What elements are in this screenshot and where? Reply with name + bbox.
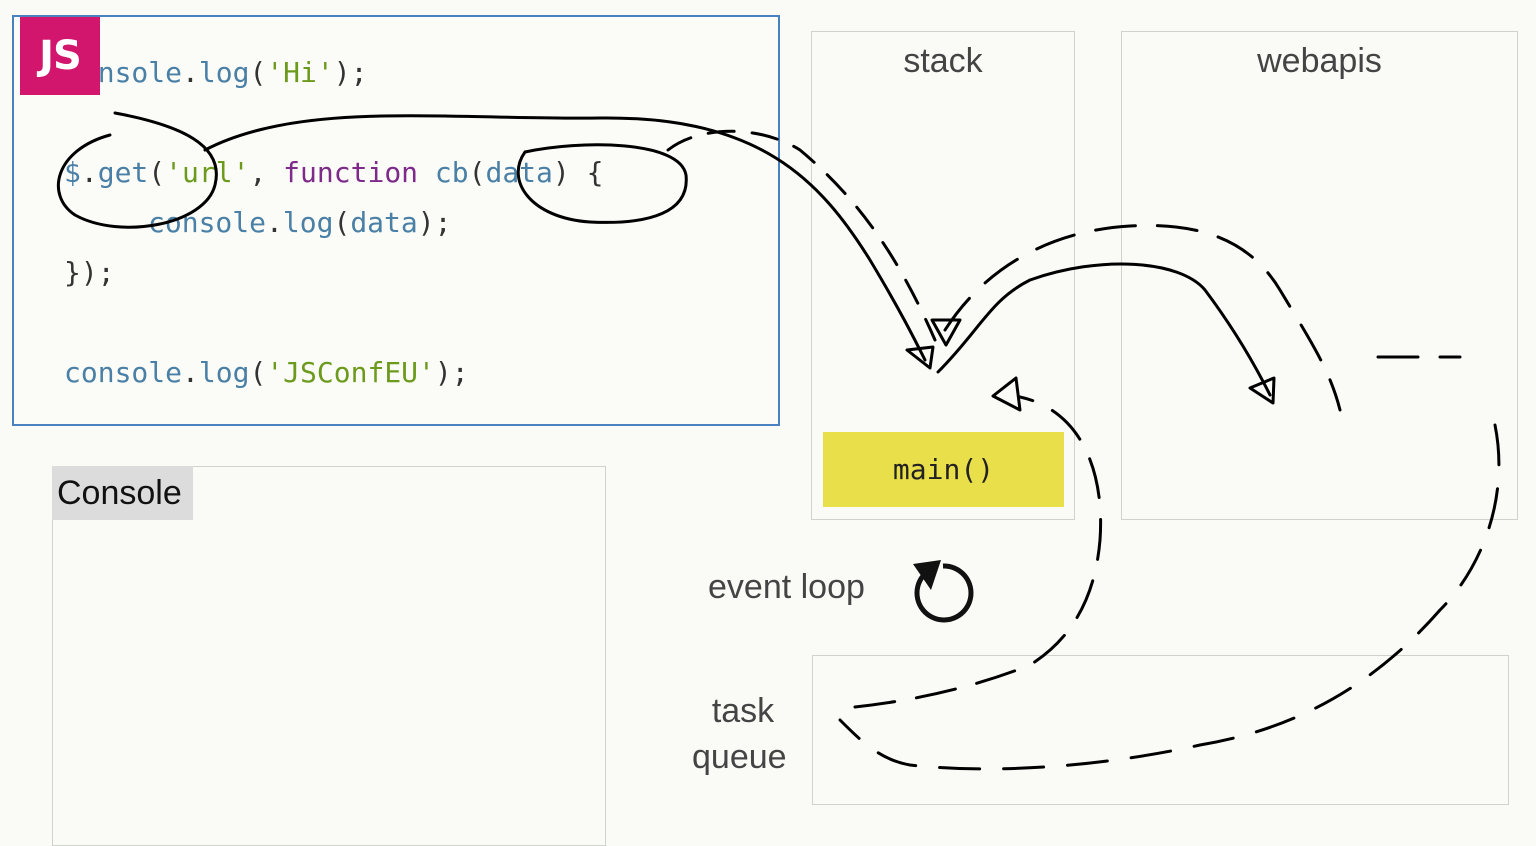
code-token: log <box>198 56 250 89</box>
code-token: , <box>249 156 284 189</box>
code-line-1: console.log('Hi'); <box>64 56 367 90</box>
code-token: $ <box>64 156 81 189</box>
webapis-title: webapis <box>1257 42 1382 80</box>
code-token: data <box>485 156 553 189</box>
code-token: console <box>148 206 267 239</box>
code-token: log <box>198 356 250 389</box>
code-token: data <box>350 206 418 239</box>
code-line-5: console.log('JSConfEU'); <box>64 356 469 390</box>
code-token: 'JSConfEU' <box>266 356 435 389</box>
code-token: ( <box>333 206 351 239</box>
code-token: ); <box>417 206 452 239</box>
stack-title: stack <box>903 42 983 80</box>
code-token: console <box>64 356 183 389</box>
code-token: 'Hi' <box>266 56 334 89</box>
code-token: . <box>266 206 283 239</box>
code-token: ( <box>468 156 486 189</box>
task-queue-label-line2: queue <box>692 738 787 776</box>
refresh-icon <box>913 560 974 623</box>
code-token: ( <box>148 156 166 189</box>
code-token: ); <box>434 356 469 389</box>
code-line-3: console.log(data); <box>148 206 451 240</box>
code-token: log <box>282 206 334 239</box>
webapis-panel: webapis <box>1121 31 1518 520</box>
event-loop-label: event loop <box>708 568 865 606</box>
code-line-2: $.get('url', function cb(data) { <box>64 156 603 190</box>
code-token: 'url' <box>165 156 250 189</box>
code-token: function <box>283 156 419 189</box>
console-panel <box>52 466 606 846</box>
code-token: ( <box>249 56 267 89</box>
js-logo-badge: JS <box>20 17 100 95</box>
task-queue-panel <box>812 655 1509 805</box>
stack-frame-main: main() <box>823 432 1064 507</box>
code-token: . <box>182 56 199 89</box>
code-token: ); <box>333 56 368 89</box>
code-line-4: }); <box>64 256 115 289</box>
code-token: . <box>80 156 98 189</box>
code-token: . <box>182 356 199 389</box>
task-queue-label-line1: task <box>711 692 775 730</box>
code-token: ( <box>249 356 267 389</box>
task-queue-label: task <box>708 688 778 734</box>
code-token: cb <box>434 156 469 189</box>
code-token: get <box>97 156 149 189</box>
code-token: ) { <box>552 156 604 189</box>
console-label: Console <box>52 466 193 520</box>
